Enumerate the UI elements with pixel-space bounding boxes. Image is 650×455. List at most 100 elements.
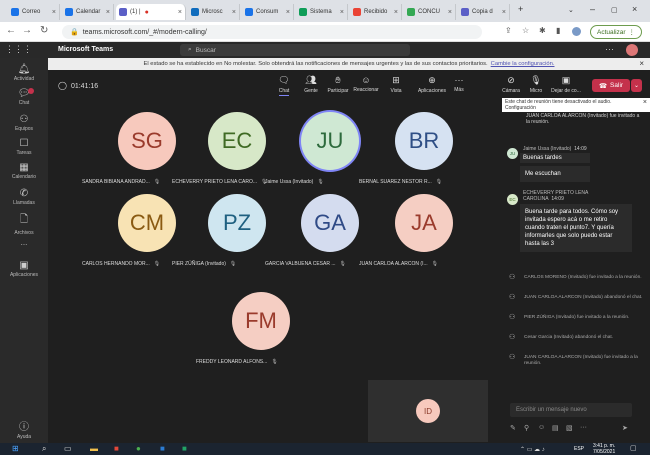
more-options-icon[interactable]: ··· xyxy=(580,424,587,431)
rail-item-more[interactable]: ... xyxy=(0,238,48,247)
chat-event: ⚇ JUAN CARLOA ALARCON (Invitado) abandonó… xyxy=(509,294,643,301)
close-tab-icon[interactable]: × xyxy=(229,9,236,16)
maximize-icon[interactable]: ▢ xyxy=(611,6,618,14)
view-button[interactable]: ⊞ Vista xyxy=(383,75,409,94)
new-tab-icon[interactable]: + xyxy=(518,4,523,14)
app-launcher-icon[interactable]: ⋮⋮⋮ xyxy=(5,44,32,55)
windows-start-icon[interactable]: ⊞ xyxy=(12,444,19,453)
profile-avatar[interactable] xyxy=(572,27,581,36)
help-icon: ⓘ xyxy=(19,422,29,433)
people-button[interactable]: 👥︎ Gente xyxy=(298,75,324,94)
mic-off-icon: 🎙︎ xyxy=(271,359,278,365)
update-button[interactable]: Actualizar ⋮ xyxy=(590,25,643,39)
leave-options-button[interactable]: ⌄ xyxy=(631,79,642,92)
rail-item-help[interactable]: ⓘ Ayuda xyxy=(0,418,48,440)
chat-event: ⚇ Cesar Garcia (Invitado) abandonó el cha… xyxy=(509,334,614,341)
rail-item-chat[interactable]: 💬︎ Chat xyxy=(0,88,48,106)
clock[interactable]: 3:41 p. m. 7/05/2021 xyxy=(593,443,615,455)
close-tab-icon[interactable]: × xyxy=(499,9,506,16)
raise-hand-button[interactable]: ✋︎ Participar xyxy=(325,75,351,94)
chat-button[interactable]: 🗨︎ Chat xyxy=(271,75,297,96)
tray-icons[interactable]: ⌃ ▭ ☁ ♪ xyxy=(520,446,545,453)
participant-name: PIER ZÚÑIGA (Invitado) 🎙︎ xyxy=(172,261,237,267)
excel-icon[interactable]: ■ xyxy=(182,444,187,453)
participant-avatar: PZ xyxy=(208,194,266,252)
compose-message-input[interactable]: Escribir un mensaje nuevo xyxy=(510,403,632,417)
stop-sharing-button[interactable]: ▣ Dejar de co... xyxy=(546,75,586,94)
share-icon[interactable]: ⇪ xyxy=(505,26,512,35)
office-icon[interactable]: ■ xyxy=(114,444,119,453)
chat-message: Buena tarde para todos. Cómo soy invitad… xyxy=(520,204,632,252)
browser-tab[interactable]: Correo × xyxy=(8,4,60,20)
close-tab-icon[interactable]: × xyxy=(49,9,56,16)
browser-tab-active[interactable]: (1) | ● × xyxy=(116,4,186,20)
rail-item-tasks[interactable]: ☐ Tareas xyxy=(0,138,48,156)
minimize-icon[interactable]: – xyxy=(590,4,595,14)
extensions-icon[interactable]: ✱ xyxy=(539,26,546,35)
close-tab-icon[interactable]: × xyxy=(391,9,398,16)
rail-item-calendar[interactable]: ▦ Calendario xyxy=(0,162,48,180)
search-input[interactable]: ⌕ Buscar xyxy=(180,44,410,56)
calendar-icon: ▦ xyxy=(19,162,29,173)
phone-icon: ✆ xyxy=(19,188,29,199)
mic-off-icon: 🎙︎ xyxy=(431,261,438,267)
close-tab-icon[interactable]: × xyxy=(337,9,344,16)
recording-dot-icon: ● xyxy=(144,8,149,16)
close-window-icon[interactable]: × xyxy=(632,4,637,14)
participant-name: GARCIA VALBUENA CESAR ... 🎙︎ xyxy=(265,261,346,267)
browser-tab[interactable]: Microsc × xyxy=(188,4,240,20)
person-leave-icon: ⚇ xyxy=(509,294,516,301)
close-tab-icon[interactable]: × xyxy=(103,9,110,16)
smiley-icon: ☺ xyxy=(361,75,371,85)
chrome-icon[interactable]: ● xyxy=(136,444,141,453)
forward-icon[interactable]: → xyxy=(22,25,32,36)
gif-icon[interactable]: ▤ xyxy=(552,424,559,432)
send-icon[interactable]: ➤ xyxy=(622,424,628,432)
rail-item-calls[interactable]: ✆ Llamadas xyxy=(0,188,48,206)
sticker-icon[interactable]: ▧ xyxy=(566,424,573,432)
back-icon[interactable]: ← xyxy=(6,25,16,36)
close-tab-icon[interactable]: × xyxy=(175,9,182,16)
bookmark-star-icon[interactable]: ☆ xyxy=(522,26,529,35)
rail-item-teams[interactable]: ⚇ Equipos xyxy=(0,114,48,132)
browser-tab[interactable]: Consum × xyxy=(242,4,294,20)
react-button[interactable]: ☺ Reaccionar xyxy=(353,75,379,93)
attach-icon[interactable]: ⚲ xyxy=(524,424,529,432)
emoji-icon[interactable]: ☺ xyxy=(538,424,545,431)
tab-favicon-icon xyxy=(191,8,199,16)
outlook-icon[interactable]: ■ xyxy=(160,444,165,453)
url-input[interactable]: 🔒 teams.microsoft.com/_#/modern-calling/ xyxy=(62,25,482,39)
sidepanel-icon[interactable]: ▮ xyxy=(556,26,560,35)
format-icon[interactable]: ✎ xyxy=(510,424,516,432)
close-icon[interactable]: × xyxy=(639,59,644,68)
person-add-icon: ⚇ xyxy=(509,274,516,281)
participant-avatar: JA xyxy=(395,194,453,252)
browser-tab[interactable]: CONCU × xyxy=(404,4,456,20)
apps-button[interactable]: ⊕ Aplicaciones xyxy=(415,75,449,94)
rail-item-activity[interactable]: 🔔︎ Actividad xyxy=(0,64,48,82)
teams-header: ⋮⋮⋮ Microsoft Teams ⌕ Buscar ··· xyxy=(0,42,650,58)
close-tab-icon[interactable]: × xyxy=(445,9,452,16)
leave-button[interactable]: ☎ Salir xyxy=(592,79,630,92)
close-icon[interactable]: × xyxy=(643,99,647,106)
notifications-icon[interactable]: ▢ xyxy=(630,444,637,452)
close-tab-icon[interactable]: × xyxy=(283,9,290,16)
tab-search-icon[interactable]: ⌄ xyxy=(568,6,574,14)
chat-avatar: JU xyxy=(507,148,518,159)
rail-item-apps[interactable]: ▣ Aplicaciones xyxy=(0,260,48,278)
language-indicator[interactable]: ESP xyxy=(574,446,584,452)
browser-tab[interactable]: Sistema × xyxy=(296,4,348,20)
browser-tab[interactable]: Calendar × xyxy=(62,4,114,20)
task-view-icon[interactable]: ▭ xyxy=(64,444,72,453)
browser-tab[interactable]: Recibido × xyxy=(350,4,402,20)
user-avatar[interactable] xyxy=(626,44,638,56)
more-options-icon[interactable]: ··· xyxy=(605,44,614,54)
more-button[interactable]: ··· Más xyxy=(446,75,472,93)
search-icon[interactable]: ⌕ xyxy=(42,444,46,454)
change-settings-link[interactable]: Cambie la configuración. xyxy=(491,61,555,67)
file-explorer-icon[interactable]: ▬ xyxy=(90,444,98,453)
reload-icon[interactable]: ↻ xyxy=(40,25,48,36)
camera-button[interactable]: ⊘ Cámara xyxy=(498,75,524,94)
rail-item-files[interactable]: 🗋︎ Archivos xyxy=(0,212,48,236)
browser-tab[interactable]: Copia d × xyxy=(458,4,510,20)
